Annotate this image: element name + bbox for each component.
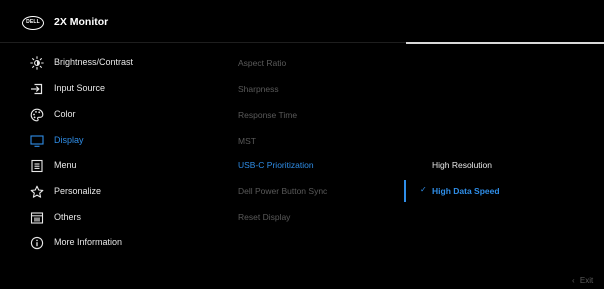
- dell-logo: DELL: [22, 16, 44, 30]
- menu-item-more-information[interactable]: More Information: [0, 234, 220, 252]
- menu-item-menu[interactable]: Menu: [0, 157, 220, 175]
- info-icon: [30, 236, 44, 250]
- osd-window: DELL 2X Monitor Brightness/Contrast Inpu…: [0, 0, 604, 289]
- menu-item-color[interactable]: Color: [0, 106, 220, 124]
- menu-item-others[interactable]: Others: [0, 209, 220, 227]
- display-icon: [30, 134, 44, 148]
- exit-label: Exit: [579, 276, 594, 285]
- color-palette-icon: [30, 108, 44, 122]
- menu-item-label: Input Source: [54, 83, 106, 93]
- chevron-left-icon: ‹: [572, 276, 575, 285]
- menu-item-display[interactable]: Display: [0, 132, 220, 150]
- checkmark-icon: ✓: [420, 185, 427, 194]
- others-icon: [30, 211, 44, 225]
- submenu-item-sharpness[interactable]: Sharpness: [238, 84, 279, 94]
- menu-item-label: Others: [54, 212, 82, 222]
- exit-button[interactable]: ‹ Exit: [572, 276, 593, 285]
- option-high-data-speed[interactable]: High Data Speed: [432, 186, 500, 196]
- menu-item-label: Display: [54, 135, 84, 145]
- submenu-item-response-time[interactable]: Response Time: [238, 110, 297, 120]
- submenu-item-usb-c-prioritization[interactable]: USB-C Prioritization: [238, 160, 314, 170]
- menu-item-label: More Information: [54, 237, 123, 247]
- submenu-item-aspect-ratio[interactable]: Aspect Ratio: [238, 58, 286, 68]
- input-source-icon: [30, 82, 44, 96]
- star-icon: [30, 185, 44, 199]
- selected-option-marker: [404, 180, 406, 202]
- menu-item-personalize[interactable]: Personalize: [0, 183, 220, 201]
- submenu-item-dell-power-button-sync[interactable]: Dell Power Button Sync: [238, 186, 327, 196]
- submenu-item-mst[interactable]: MST: [238, 136, 256, 146]
- brightness-icon: [30, 56, 44, 70]
- submenu-item-reset-display[interactable]: Reset Display: [238, 212, 290, 222]
- menu-item-label: Menu: [54, 160, 77, 170]
- menu-item-brightness-contrast[interactable]: Brightness/Contrast: [0, 54, 220, 72]
- option-high-resolution[interactable]: High Resolution: [432, 160, 492, 170]
- menu-item-input-source[interactable]: Input Source: [0, 80, 220, 98]
- menu-item-label: Brightness/Contrast: [54, 57, 134, 67]
- menu-icon: [30, 159, 44, 173]
- menu-item-label: Color: [54, 109, 76, 119]
- menu-item-label: Personalize: [54, 186, 102, 196]
- header-accent-line: [406, 42, 604, 44]
- header: DELL 2X Monitor: [0, 0, 604, 44]
- monitor-title: 2X Monitor: [54, 16, 109, 28]
